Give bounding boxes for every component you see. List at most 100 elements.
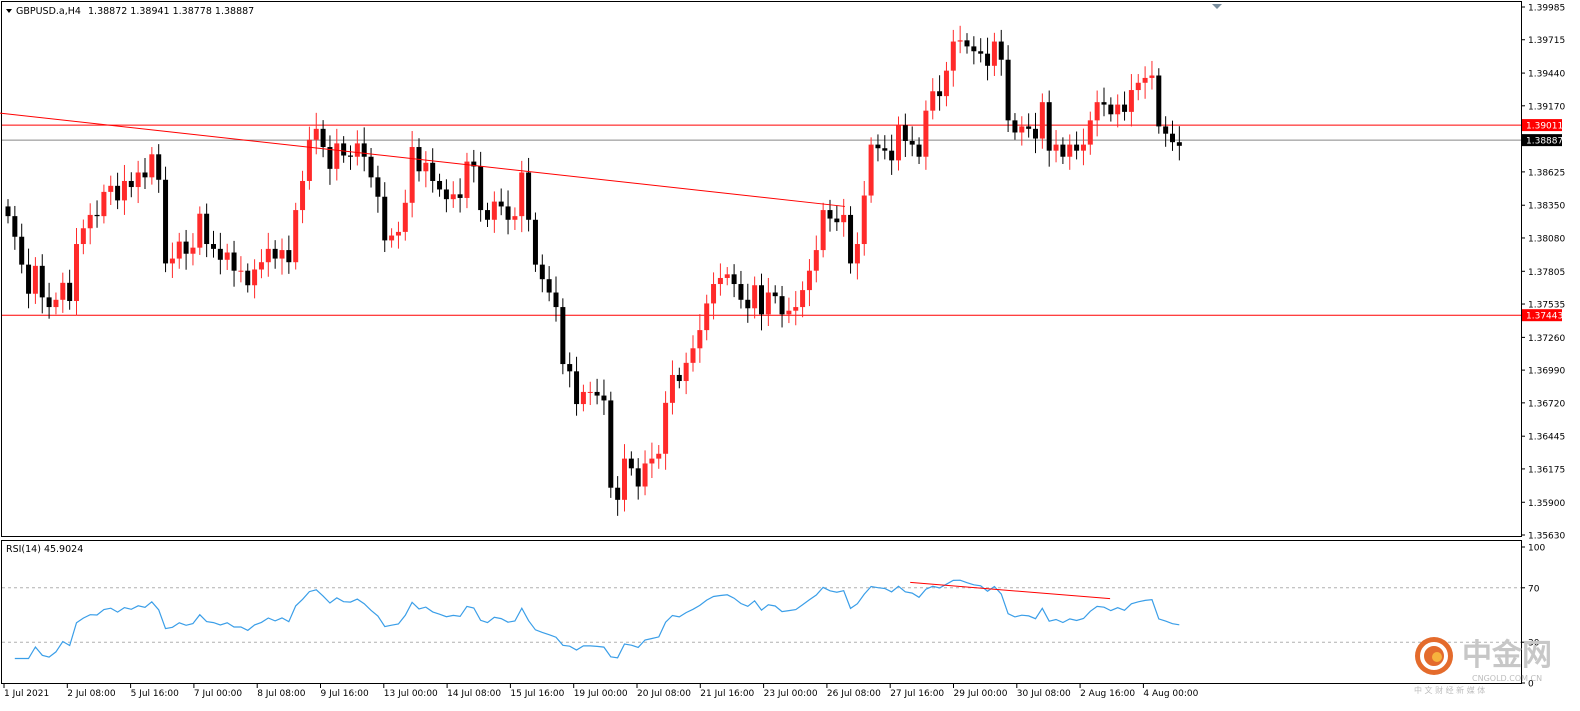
candle-body[interactable] [1115,104,1121,115]
candle-body[interactable] [971,46,977,52]
candle-body[interactable] [1142,77,1148,83]
candle-body[interactable] [1060,144,1066,157]
candle-body[interactable] [348,155,353,157]
candle-body[interactable] [978,51,984,54]
candle-body[interactable] [464,161,470,198]
candle-body[interactable] [1156,75,1162,127]
candle-body[interactable] [327,147,333,169]
candle-body[interactable] [580,391,586,405]
candle-body[interactable] [211,244,216,249]
candle-body[interactable] [423,162,429,172]
candle-body[interactable] [512,216,518,220]
candle-body[interactable] [1005,59,1011,121]
candle-body[interactable] [80,228,86,245]
candle-body[interactable] [272,248,278,259]
candle-body[interactable] [115,185,121,201]
candle-body[interactable] [1080,144,1086,151]
candle-body[interactable] [498,201,504,207]
candle-body[interactable] [121,180,127,201]
candle-body[interactable] [889,150,895,161]
candle-body[interactable] [1012,120,1018,133]
candle-body[interactable] [916,144,922,157]
candle-body[interactable] [1039,102,1045,139]
candle-body[interactable] [930,91,936,111]
candle-body[interactable] [238,270,244,272]
candle-body[interactable] [169,258,175,264]
candle-body[interactable] [450,194,456,200]
candle-body[interactable] [320,128,326,148]
candle-body[interactable] [430,162,436,181]
candle-body[interactable] [135,172,141,188]
candle-body[interactable] [765,292,771,315]
candle-body[interactable] [868,144,874,196]
candle-body[interactable] [848,214,854,264]
candle-body[interactable] [485,210,490,220]
candle-body[interactable] [752,285,758,309]
candle-body[interactable] [711,284,717,304]
candle-body[interactable] [108,185,114,192]
candle-body[interactable] [772,292,778,297]
candle-body[interactable] [704,303,710,331]
candle-body[interactable] [937,91,943,97]
candle-body[interactable] [224,252,230,260]
candle-body[interactable] [786,310,792,315]
candle-body[interactable] [546,279,552,293]
candle-body[interactable] [279,250,285,259]
chart-canvas[interactable]: 1.39985 1.39715 1.39440 1.39170 1.38625 1.383… [0,0,1580,711]
candle-body[interactable] [854,244,860,264]
candle-body[interactable] [683,362,689,382]
candle-body[interactable] [985,53,991,66]
candle-body[interactable] [491,201,497,220]
candle-body[interactable] [813,250,819,271]
candle-body[interactable] [19,236,25,265]
rsi-panel[interactable] [1,540,1522,684]
candle-body[interactable] [628,458,634,469]
candle-body[interactable] [1149,75,1155,78]
candle-body[interactable] [300,180,306,211]
candle-body[interactable] [354,143,360,157]
candle-body[interactable] [806,270,812,291]
candle-body[interactable] [875,144,881,149]
candle-body[interactable] [334,143,340,169]
candle-body[interactable] [615,487,621,500]
candle-body[interactable] [1026,126,1032,129]
candle-body[interactable] [341,143,347,156]
candle-body[interactable] [957,40,963,42]
candle-body[interactable] [457,194,463,198]
candle-body[interactable] [156,154,162,180]
candle-body[interactable] [532,219,538,265]
candle-body[interactable] [128,180,134,188]
candle-body[interactable] [395,231,401,236]
candle-body[interactable] [142,172,148,178]
candle-body[interactable] [608,400,614,488]
candle-body[interactable] [697,330,703,349]
candle-body[interactable] [923,110,929,157]
candle-body[interactable] [1033,128,1038,139]
candle-body[interactable] [53,299,59,308]
candle-body[interactable] [87,214,93,229]
candle-body[interactable] [293,210,299,263]
candle-body[interactable] [574,371,580,405]
candle-body[interactable] [717,277,723,285]
candle-body[interactable] [950,41,956,71]
candle-body[interactable] [663,402,669,454]
candle-body[interactable] [231,252,237,271]
candle-body[interactable] [649,458,655,464]
candle-body[interactable] [46,297,52,308]
candle-body[interactable] [902,125,908,141]
candle-body[interactable] [149,154,155,178]
candle-body[interactable] [183,241,189,254]
candle-body[interactable] [1087,120,1093,145]
candle-body[interactable] [560,307,566,365]
candle-body[interactable] [635,468,641,487]
candle-body[interactable] [841,214,847,223]
candle-body[interactable] [306,139,312,181]
candle-body[interactable] [882,148,888,151]
candle-body[interactable] [163,179,169,264]
candle-body[interactable] [176,241,182,259]
candle-body[interactable] [1067,144,1073,157]
candle-body[interactable] [991,41,997,66]
candle-body[interactable] [656,453,662,459]
candle-body[interactable] [1046,102,1052,151]
candle-body[interactable] [820,210,826,251]
